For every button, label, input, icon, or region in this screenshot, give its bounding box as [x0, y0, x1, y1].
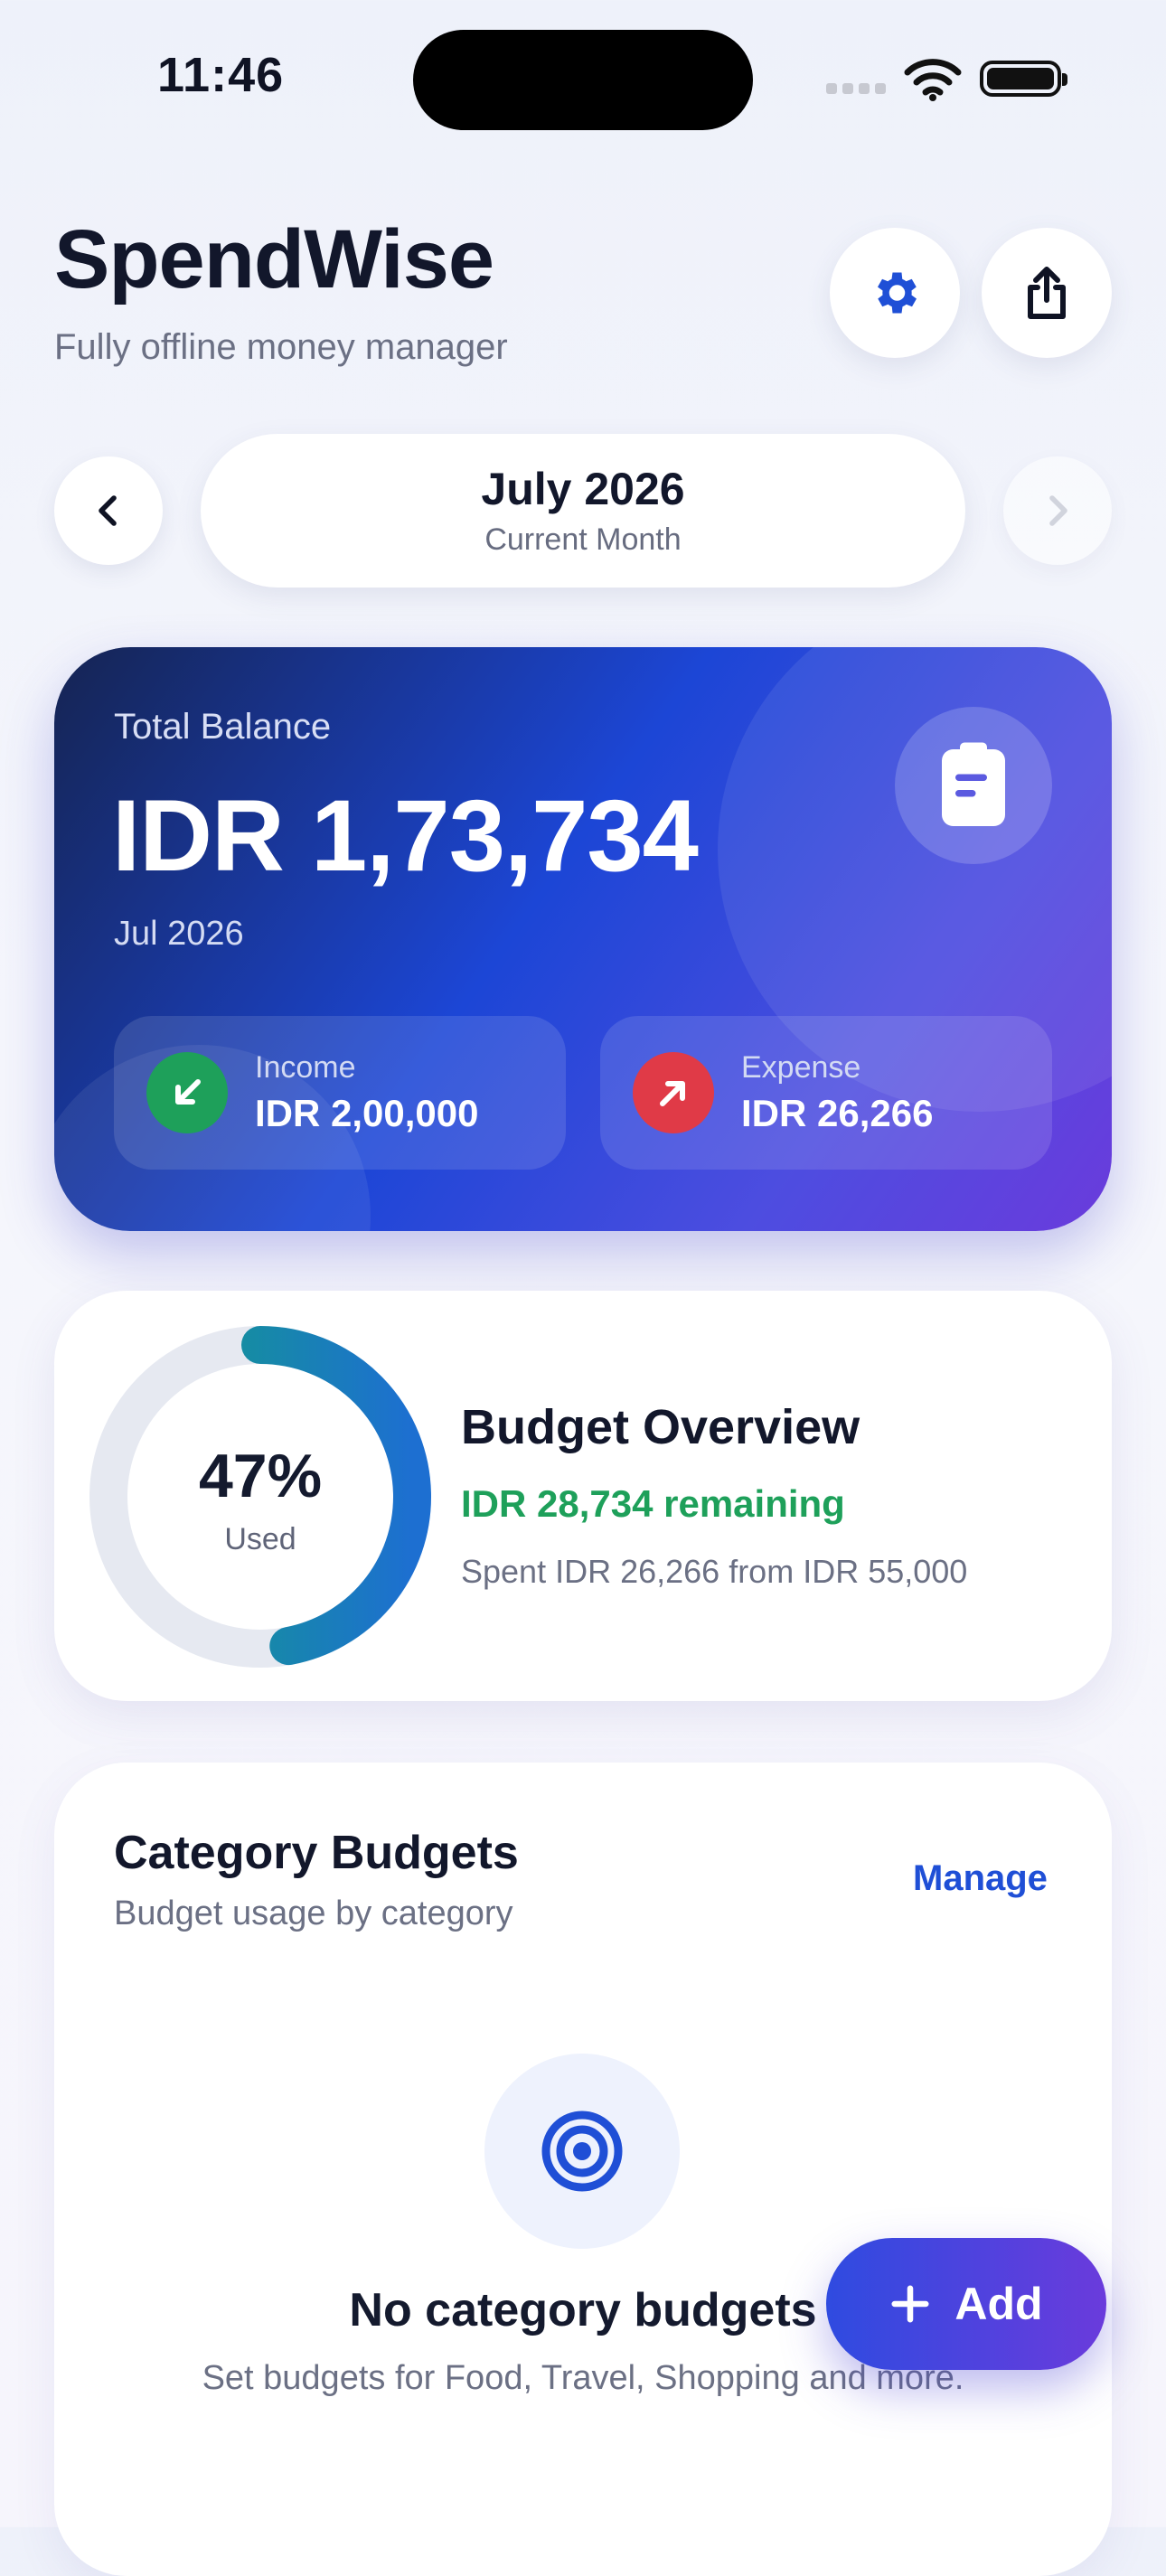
category-budgets-subtitle: Budget usage by category — [114, 1894, 513, 1932]
status-time: 11:46 — [157, 48, 285, 102]
budget-donut-chart: 47% Used — [89, 1325, 432, 1669]
gear-icon — [878, 272, 917, 314]
budget-overview-card[interactable]: 47% Used Budget Overview IDR 28,734 rema… — [54, 1291, 1112, 1701]
report-button[interactable] — [895, 707, 1052, 864]
expense-value: IDR 26,266 — [741, 1092, 934, 1134]
add-button-label: Add — [954, 2279, 1043, 2329]
budget-overview-title: Budget Overview — [461, 1400, 860, 1454]
income-label: Income — [255, 1050, 356, 1085]
dynamic-island — [413, 30, 753, 130]
next-month-button[interactable] — [1003, 456, 1112, 565]
income-summary: Income IDR 2,00,000 — [114, 1016, 566, 1170]
target-icon — [541, 2111, 623, 2192]
app-title: SpendWise — [54, 213, 494, 306]
plus-icon — [891, 2285, 929, 2323]
budget-used-label: Used — [224, 1522, 296, 1556]
expense-arrow-icon — [633, 1052, 714, 1133]
share-icon — [1028, 267, 1066, 319]
balance-label: Total Balance — [114, 707, 332, 747]
previous-month-button[interactable] — [54, 456, 163, 565]
budget-percent: 47% — [198, 1442, 323, 1510]
balance-value: IDR 1,73,734 — [112, 779, 699, 892]
expense-summary: Expense IDR 26,266 — [600, 1016, 1052, 1170]
chevron-right-icon — [1049, 495, 1067, 526]
app-subtitle: Fully offline money manager — [54, 327, 508, 367]
empty-state-illustration — [484, 2054, 680, 2249]
balance-period: Jul 2026 — [114, 915, 244, 953]
chevron-left-icon — [99, 495, 117, 526]
budget-remaining: IDR 28,734 remaining — [461, 1482, 845, 1525]
expense-label: Expense — [741, 1050, 861, 1085]
income-arrow-icon — [146, 1052, 228, 1133]
budget-spent-summary: Spent IDR 26,266 from IDR 55,000 — [461, 1553, 968, 1590]
income-value: IDR 2,00,000 — [255, 1092, 479, 1134]
battery-icon — [980, 61, 1067, 97]
month-selector[interactable]: July 2026 Current Month — [201, 434, 965, 588]
month-caption: Current Month — [484, 522, 682, 557]
export-button[interactable] — [982, 228, 1112, 358]
wifi-icon — [904, 59, 962, 101]
current-month-label: July 2026 — [481, 464, 685, 514]
manage-link[interactable]: Manage — [913, 1858, 1048, 1899]
clipboard-icon — [942, 742, 1005, 826]
category-budgets-card: Category Budgets Budget usage by categor… — [54, 1763, 1112, 2576]
add-transaction-button[interactable]: Add — [826, 2238, 1106, 2370]
category-budgets-title: Category Budgets — [114, 1827, 519, 1879]
settings-button[interactable] — [830, 228, 960, 358]
balance-card: Total Balance IDR 1,73,734 Jul 2026 Inco… — [54, 647, 1112, 1231]
cellular-signal-icon — [826, 83, 886, 94]
